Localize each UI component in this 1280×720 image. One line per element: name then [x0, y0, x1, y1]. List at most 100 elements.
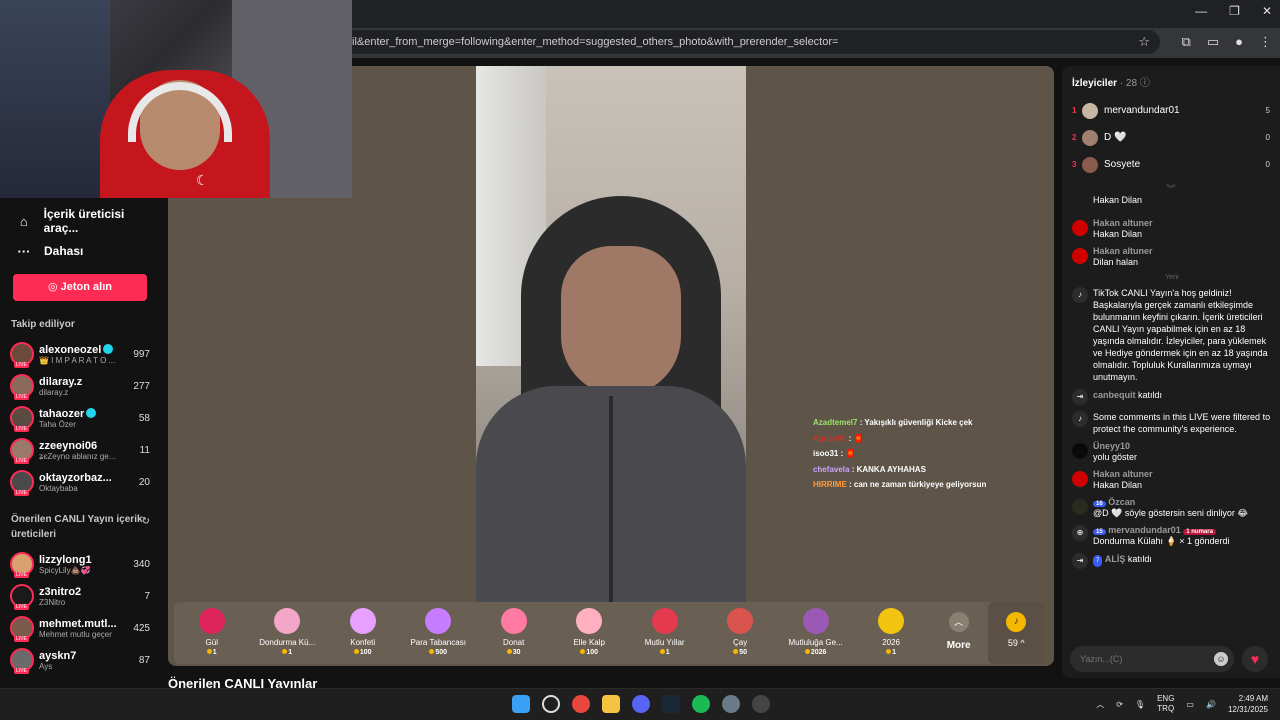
search-icon[interactable]	[542, 695, 560, 713]
avatar	[1072, 471, 1088, 487]
nickname: Oktaybaba	[39, 483, 78, 493]
info-icon[interactable]: ⓘ	[1140, 78, 1150, 89]
gift-name: Çay	[733, 638, 748, 647]
viewer-row[interactable]: 1 mervandundar01 5	[1062, 97, 1280, 124]
avatar: LIVE	[10, 552, 34, 578]
lang-secondary: TRQ	[1157, 704, 1175, 713]
gift-donut[interactable]: Donat 30	[476, 602, 551, 664]
gift-tea[interactable]: Çay 50	[702, 602, 777, 664]
gift-price: 100	[325, 649, 400, 656]
address-bar[interactable]: il&enter_from_merge=following&enter_meth…	[340, 30, 1160, 54]
message-user[interactable]: Hakan altuner	[1093, 218, 1153, 228]
coin-balance[interactable]: ♪ 59 ^	[988, 602, 1045, 664]
message-user[interactable]: Üneyy10	[1093, 441, 1137, 451]
sync-icon[interactable]: ⟳	[1116, 700, 1123, 709]
gift-confetti[interactable]: Konfeti 100	[325, 602, 400, 664]
profile-icon[interactable]: ●	[1235, 34, 1243, 50]
clock[interactable]: 2:49 AM 12/31/2025	[1228, 693, 1268, 715]
avatar: LIVE	[10, 342, 34, 368]
chat-message: Üneyy10 yolu göster	[1072, 441, 1272, 463]
viewer-row[interactable]: 3 Sosyete 0	[1062, 151, 1280, 178]
username: oktayzorbaz...	[39, 471, 112, 484]
extensions-icon[interactable]: ⧉	[1182, 34, 1191, 50]
message-user[interactable]: Hakan altuner	[1093, 246, 1153, 256]
nav-more[interactable]: ··· Dahası	[16, 236, 160, 266]
gift-2026[interactable]: 2026 1	[853, 602, 928, 664]
emoji-icon[interactable]: ☺	[1214, 652, 1228, 666]
viewer-score: 0	[1265, 133, 1270, 142]
message-text: @D 🤍 söyle göstersin seni dinliyor 😂	[1093, 508, 1248, 518]
refresh-icon[interactable]: ↻	[142, 514, 150, 529]
chrome-icon[interactable]	[572, 695, 590, 713]
close-icon[interactable]: ✕	[1262, 4, 1272, 18]
heart-icon[interactable]: ♥	[1242, 646, 1268, 672]
following-item[interactable]: LIVE oktayzorbaz... Oktaybaba 20	[0, 466, 160, 498]
money-gun-icon	[425, 608, 452, 634]
sidepanel-icon[interactable]: ▭	[1207, 34, 1219, 50]
following-item[interactable]: LIVE tahaozer Taha Özer 58	[0, 402, 160, 434]
viewer-score: 0	[1265, 160, 1270, 169]
gift-rose[interactable]: Gül 1	[174, 602, 249, 664]
suggested-item[interactable]: LIVE lizzylong1 SpicyLily💩💞 340	[0, 548, 160, 580]
bookmark-star-icon[interactable]: ☆	[1138, 30, 1150, 54]
avatar	[1082, 102, 1098, 119]
overlay-user: chefavela	[813, 464, 850, 474]
following-item[interactable]: LIVE alexoneozel 👑 I M P A R A T O ... 99…	[0, 338, 160, 370]
more-gifts-button[interactable]: ︿ More	[929, 602, 989, 664]
gift-hand-heart[interactable]: Elle Kalp 100	[551, 602, 626, 664]
live-video[interactable]	[476, 66, 746, 604]
restore-icon[interactable]: ❐	[1229, 4, 1240, 18]
gift-happy-new-year[interactable]: Mutlu Yıllar 1	[627, 602, 702, 664]
suggested-item[interactable]: LIVE z3nitro2 Z3Nitro 7	[0, 580, 160, 612]
get-coins-button[interactable]: ◎ Jeton alın	[13, 274, 147, 301]
chat-input[interactable]	[1070, 646, 1234, 672]
viewer-count: 997	[133, 348, 150, 360]
collapse-viewers-icon[interactable]: ︾	[1062, 182, 1280, 194]
nickname: Ays	[39, 661, 53, 671]
discord-icon[interactable]	[632, 695, 650, 713]
gift-price: 30	[476, 649, 551, 656]
2026-icon	[878, 608, 905, 634]
file-explorer-icon[interactable]	[602, 695, 620, 713]
message-user[interactable]: Hakan altuner	[1093, 469, 1153, 479]
following-title: Takip ediliyor	[11, 319, 75, 330]
spotify-icon[interactable]	[692, 695, 710, 713]
viewer-count: 20	[138, 476, 150, 488]
suggested-item[interactable]: LIVE ayskn7 Ays 87	[0, 644, 160, 676]
gift-icon: ⊕	[1072, 525, 1088, 541]
chat-message: Hakan altuner Hakan Dilan	[1072, 469, 1272, 491]
message-user[interactable]: Özcan	[1108, 497, 1135, 507]
gift-money-gun[interactable]: Para Tabancası 500	[400, 602, 475, 664]
following-item[interactable]: LIVE zzeeynoi06 ʑєZeyno ablanız ge... 11	[0, 434, 160, 466]
gift-name: Elle Kalp	[573, 638, 605, 647]
message-user[interactable]: canbequit	[1093, 390, 1136, 400]
gift-happiness[interactable]: Mutluluğa Ge... 2026	[778, 602, 853, 664]
chevron-up-icon[interactable]: ︿	[1096, 699, 1104, 710]
overlay-chat-line: HIRRIME : can ne zaman türkiyeye geliyor…	[813, 480, 1053, 496]
gift-price: 1	[853, 649, 928, 656]
gift-name: Gül	[205, 638, 218, 647]
viewer-row[interactable]: 2 D 🤍 0	[1062, 124, 1280, 151]
speaker-icon[interactable]: 🔊	[1206, 700, 1216, 709]
settings-gear-icon[interactable]	[722, 695, 740, 713]
following-item[interactable]: LIVE dilaray.z dilaray.z 277	[0, 370, 160, 402]
webcam-overlay: ☾	[0, 0, 352, 198]
join-text: katıldı	[1138, 390, 1163, 400]
message-user[interactable]: ALİŞ	[1105, 554, 1126, 564]
gift-icecream[interactable]: Dondurma Kü... 1	[249, 602, 324, 664]
minimize-icon[interactable]: —	[1195, 4, 1207, 18]
window-controls: — ❐ ✕	[1195, 4, 1272, 18]
gift-name: Mutluluğa Ge...	[788, 638, 843, 647]
more-label: More	[946, 640, 971, 651]
message-user[interactable]: mervandundar01	[1108, 525, 1181, 535]
network-icon[interactable]: ▭	[1186, 700, 1194, 709]
kebab-menu-icon[interactable]: ⋮	[1259, 34, 1272, 50]
steam-icon[interactable]	[662, 695, 680, 713]
nav-creator-tools[interactable]: ⌂ İçerik üreticisi araç...	[16, 206, 160, 236]
microphone-icon[interactable]: 🎙	[1135, 700, 1145, 709]
suggested-item[interactable]: LIVE mehmet.mutl... Mehmet mutlu geçer 42…	[0, 612, 160, 644]
chat-message: Hakan altuner Dilan halan	[1072, 246, 1272, 268]
windows-start-icon[interactable]	[512, 695, 530, 713]
obs-icon[interactable]	[752, 695, 770, 713]
language-indicator[interactable]: ENG TRQ	[1157, 694, 1174, 714]
